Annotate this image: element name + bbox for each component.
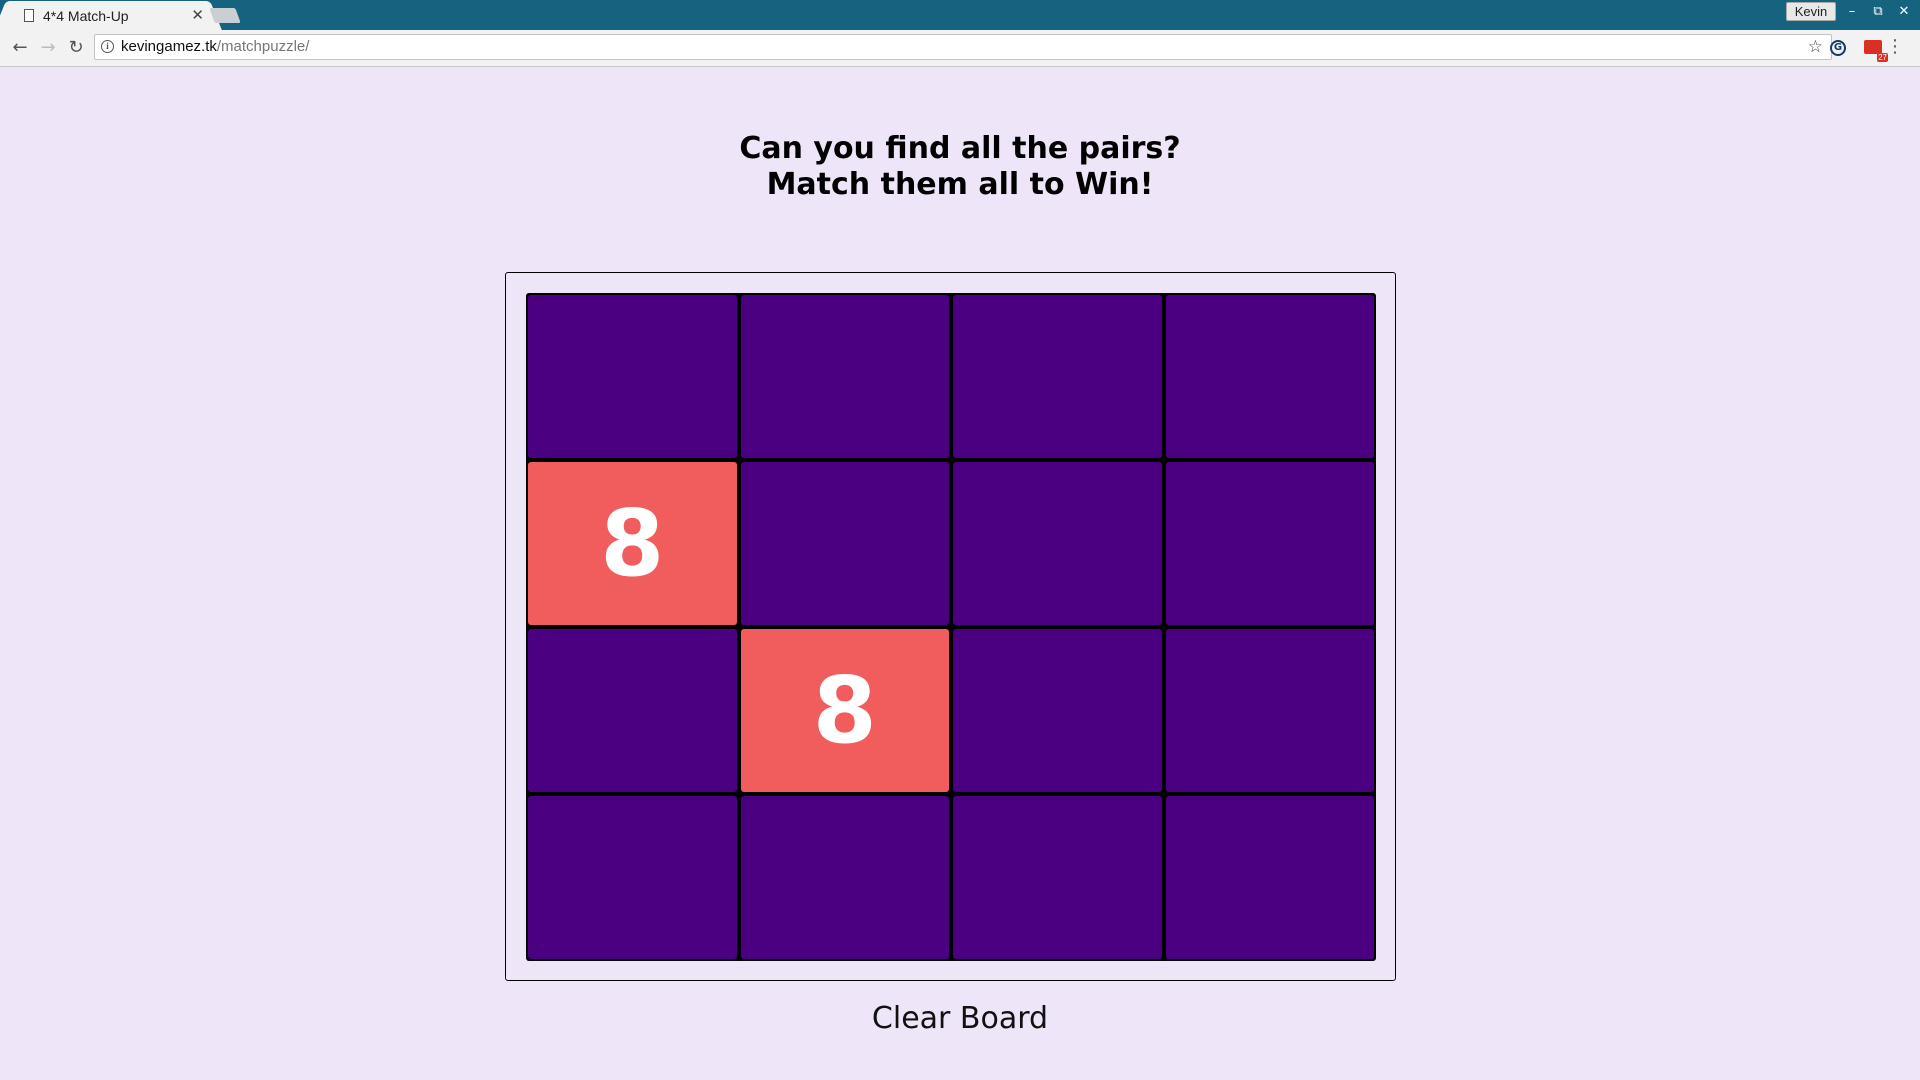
tile-hidden[interactable] xyxy=(528,629,737,792)
page-icon xyxy=(24,9,34,22)
url-host: kevingamez.tk xyxy=(121,38,217,55)
tile-hidden[interactable] xyxy=(528,295,737,458)
browser-menu-icon[interactable]: ⋮ xyxy=(1886,37,1904,57)
tile-hidden[interactable] xyxy=(1165,629,1374,792)
browser-tab[interactable]: 4*4 Match-Up ✕ xyxy=(8,1,208,30)
tile-hidden[interactable] xyxy=(1165,295,1374,458)
tile-hidden[interactable] xyxy=(953,295,1162,458)
forward-button[interactable]: → xyxy=(36,36,60,60)
tile-hidden[interactable] xyxy=(740,462,949,625)
tile-hidden[interactable] xyxy=(740,295,949,458)
tile-revealed[interactable]: 8 xyxy=(740,629,949,792)
clear-board-area: Clear Board xyxy=(0,999,1920,1039)
close-window-button[interactable]: ✕ xyxy=(1893,2,1915,21)
bookmark-star-icon[interactable]: ☆ xyxy=(1808,37,1823,57)
page-heading: Can you find all the pairs? Match them a… xyxy=(0,131,1920,203)
url-text[interactable]: kevingamez.tk/matchpuzzle/ xyxy=(121,38,309,55)
info-icon[interactable]: i xyxy=(101,40,114,53)
game-board: 88 xyxy=(526,293,1376,961)
browser-toolbar: ← → ↻ i kevingamez.tk/matchpuzzle/ ☆ G 2… xyxy=(0,30,1920,67)
heading-line-2: Match them all to Win! xyxy=(766,167,1154,202)
grammarly-extension-icon[interactable]: G xyxy=(1830,40,1846,56)
tab-title: 4*4 Match-Up xyxy=(43,7,129,24)
restore-button[interactable]: ⧉ xyxy=(1867,2,1889,21)
tile-revealed[interactable]: 8 xyxy=(528,462,737,625)
reload-button[interactable]: ↻ xyxy=(64,36,88,60)
url-path: /matchpuzzle/ xyxy=(216,38,310,55)
tile-hidden[interactable] xyxy=(1165,462,1374,625)
tile-hidden[interactable] xyxy=(740,796,949,959)
new-tab-button[interactable] xyxy=(209,8,241,23)
heading-line-1: Can you find all the pairs? xyxy=(739,131,1181,166)
tile-hidden[interactable] xyxy=(953,796,1162,959)
minimize-button[interactable]: – xyxy=(1841,2,1863,21)
clear-board-button[interactable]: Clear Board xyxy=(872,1001,1048,1036)
tab-close-icon[interactable]: ✕ xyxy=(191,6,204,24)
profile-button[interactable]: Kevin xyxy=(1786,2,1836,21)
tile-hidden[interactable] xyxy=(953,462,1162,625)
address-bar[interactable]: i kevingamez.tk/matchpuzzle/ ☆ xyxy=(94,34,1832,60)
browser-titlebar: 4*4 Match-Up ✕ Kevin – ⧉ ✕ xyxy=(0,0,1920,30)
back-button[interactable]: ← xyxy=(8,36,32,60)
tile-hidden[interactable] xyxy=(1165,796,1374,959)
tile-hidden[interactable] xyxy=(528,796,737,959)
gmail-extension-icon[interactable]: 27 xyxy=(1864,40,1888,62)
tile-hidden[interactable] xyxy=(953,629,1162,792)
